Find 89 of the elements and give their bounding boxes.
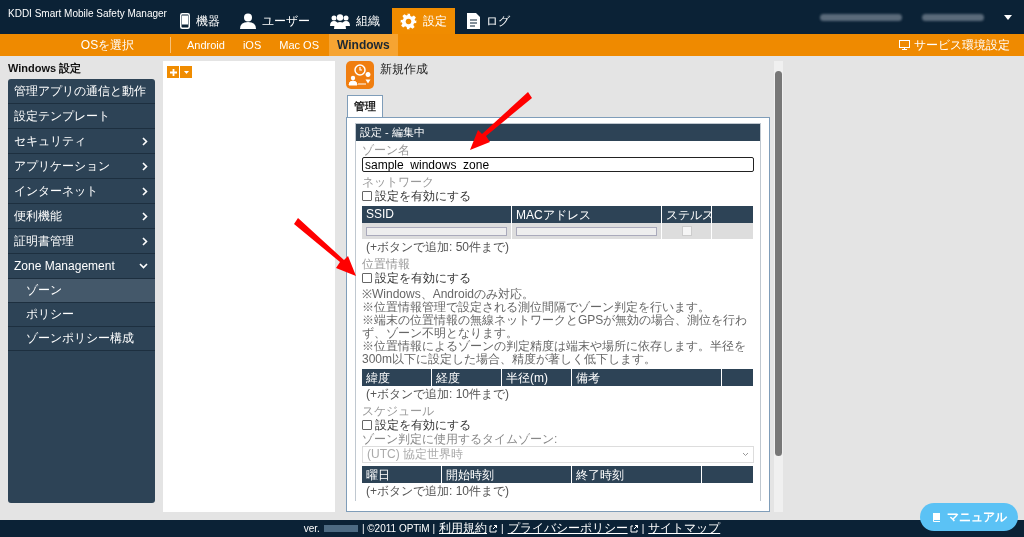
checkbox-label: 設定を有効にする — [375, 189, 471, 203]
version-label: ver. — [303, 523, 320, 534]
chevron-right-icon — [142, 136, 148, 146]
monitor-icon — [899, 40, 910, 50]
person-icon — [240, 13, 256, 29]
column-header: 経度 — [432, 369, 502, 386]
chevron-right-icon — [142, 236, 148, 246]
column-header: 半径(m) — [502, 369, 572, 386]
sidebar-item[interactable]: セキュリティ — [8, 129, 155, 154]
copyright-text: | ©2011 OPTiM | — [361, 523, 435, 534]
note-text: ※Windows、Androidのみ対応。 — [362, 288, 536, 301]
document-icon — [467, 13, 480, 29]
blurred-text — [922, 13, 984, 21]
pointer-arrow — [470, 92, 532, 150]
footer-link[interactable]: サイトマップ — [648, 520, 721, 537]
sidebar-item[interactable]: 設定テンプレート — [8, 104, 155, 129]
nav-tab[interactable]: 機器 — [172, 8, 228, 34]
column-header: 開始時刻 — [442, 466, 572, 483]
page-title: 新規作成 — [380, 61, 428, 78]
book-icon — [931, 511, 941, 523]
checkbox[interactable] — [362, 191, 372, 201]
sidebar-subitem[interactable]: ゾーンポリシー構成 — [8, 327, 155, 351]
os-select-label: OSを選択 — [0, 37, 171, 53]
footer-link[interactable]: プライバシーポリシー — [507, 520, 638, 537]
sidebar-subitem[interactable]: ゾーン — [8, 279, 155, 303]
hint-text: (+ボタンで追加: 50件まで) — [365, 239, 510, 255]
chevron-right-icon — [142, 161, 148, 171]
sidebar-item[interactable]: 便利機能 — [8, 204, 155, 229]
checkbox[interactable] — [362, 273, 372, 283]
sidebar-item[interactable]: 証明書管理 — [8, 229, 155, 254]
hint-text: (+ボタンで追加: 10件まで) — [365, 386, 510, 402]
nav-tab[interactable]: 組織 — [322, 8, 388, 34]
group-icon — [330, 13, 350, 29]
sidebar-subitem[interactable]: ポリシー — [8, 303, 155, 327]
column-header — [702, 466, 754, 483]
nav-tab[interactable]: ユーザー — [232, 8, 318, 34]
zone-name-field[interactable]: sample_windows_zone — [362, 157, 754, 172]
chevron-right-icon — [142, 211, 148, 221]
checkbox[interactable] — [362, 420, 372, 430]
column-header: 曜日 — [362, 466, 442, 483]
sidebar-title: Windows 設定 — [8, 61, 83, 76]
ssid-field[interactable] — [366, 226, 507, 236]
chevron-down-icon — [139, 263, 148, 269]
separator: | — [501, 523, 504, 534]
external-link-icon — [489, 524, 497, 533]
add-button[interactable] — [167, 66, 179, 78]
scrollbar[interactable] — [774, 61, 783, 512]
sidebar-item[interactable]: アプリケーション — [8, 154, 155, 179]
note-text: ※位置情報管理で設定される測位間隔でゾーン判定を行います。 — [362, 301, 710, 314]
zone-icon — [346, 61, 374, 89]
nav-tab[interactable]: ログ — [459, 8, 518, 34]
separator: | — [641, 523, 645, 534]
field-label: スケジュール — [362, 404, 435, 418]
timezone-label: ゾーン判定に使用するタイムゾーン: — [362, 432, 559, 446]
column-header — [712, 206, 754, 223]
column-header: 終了時刻 — [572, 466, 702, 483]
caret-icon — [183, 70, 189, 74]
pointer-arrow — [294, 218, 356, 276]
external-link-icon — [629, 524, 638, 533]
chevron-down-icon — [742, 452, 749, 457]
column-header — [722, 369, 754, 386]
plus-icon — [169, 68, 177, 76]
column-header: SSID — [362, 206, 512, 223]
chevron-right-icon — [142, 186, 148, 196]
app-title: KDDI Smart Mobile Safety Manager — [7, 7, 168, 19]
footer-link[interactable]: 利用規約 — [439, 520, 497, 537]
content-tab[interactable]: 管理 — [347, 95, 383, 117]
dropdown-button[interactable] — [180, 66, 192, 78]
note-text: ※位置情報によるゾーンの判定精度は端末や場所に依存します。半径を300m以下に設定した場合、精度が著しく低下します。 — [362, 340, 747, 366]
mac-field[interactable] — [516, 226, 657, 236]
field-label: 位置情報 — [362, 257, 411, 271]
sidebar-item[interactable]: 管理アプリの通信と動作 — [8, 79, 155, 104]
hint-text: (+ボタンで追加: 10件まで) — [365, 483, 510, 499]
blurred-text — [323, 525, 358, 532]
gear-icon — [400, 12, 417, 30]
phone-icon — [180, 13, 190, 29]
field-label: ネットワーク — [362, 175, 435, 189]
column-header: 緯度 — [362, 369, 432, 386]
field-label: ゾーン名 — [362, 143, 411, 157]
checkbox-label: 設定を有効にする — [375, 418, 471, 432]
column-header: 備考 — [572, 369, 722, 386]
stealth-checkbox[interactable] — [681, 226, 692, 236]
sidebar-item[interactable]: インターネット — [8, 179, 155, 204]
caret-icon[interactable] — [1004, 14, 1012, 20]
os-tab[interactable]: Windows — [329, 34, 398, 56]
panel-header: 設定 - 編集中 — [356, 124, 760, 141]
note-text: ※端末の位置情報の無線ネットワークとGPSが無効の場合、測位を行わず、ゾーン不明となります。 — [362, 314, 749, 340]
column-header: MACアドレス — [512, 206, 662, 223]
checkbox-label: 設定を有効にする — [375, 271, 471, 285]
